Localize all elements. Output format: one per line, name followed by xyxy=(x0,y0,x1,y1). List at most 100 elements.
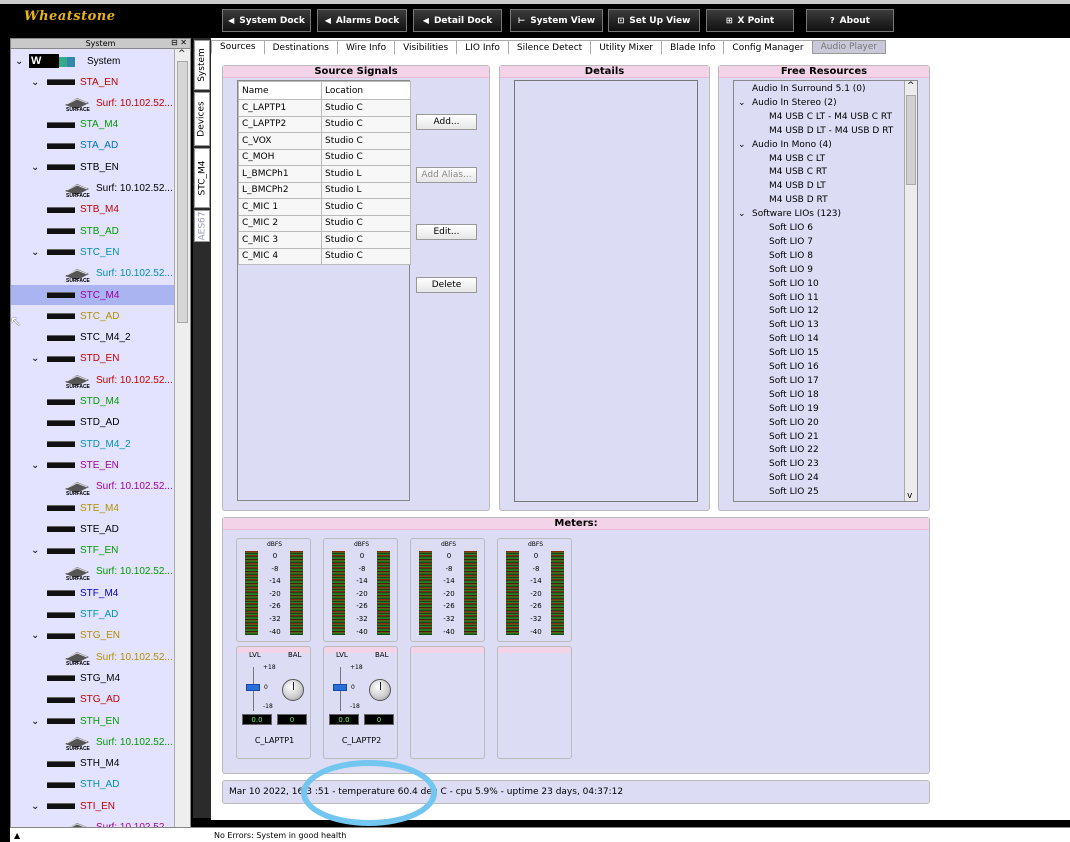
resource-item[interactable]: Soft LIO 8 xyxy=(769,249,813,263)
tab-sources[interactable]: Sources xyxy=(211,40,265,54)
resource-item[interactable]: Soft LIO 17 xyxy=(769,374,819,388)
edit-button[interactable]: Edit... xyxy=(416,224,477,240)
status-expand-icon[interactable]: ▲ xyxy=(10,831,210,840)
tree-item[interactable]: STC_M4 xyxy=(11,285,175,305)
collapse-icon[interactable]: ⌄ xyxy=(31,460,39,471)
collapse-icon[interactable]: ⌄ xyxy=(738,140,752,150)
tree-item[interactable]: SURFACE Surf: 10.102.52... xyxy=(11,477,175,497)
resource-item[interactable]: Soft LIO 14 xyxy=(769,332,819,346)
tab-visibilities[interactable]: Visibilities xyxy=(394,40,458,54)
tree-item[interactable]: ⌄ STG_EN xyxy=(11,626,175,646)
table-row[interactable]: C_MIC 4 Studio C xyxy=(238,247,411,265)
tab-utility-mixer[interactable]: Utility Mixer xyxy=(590,40,663,54)
tab-blade-info[interactable]: Blade Info xyxy=(661,40,725,54)
balance-value[interactable]: 0 xyxy=(364,714,394,725)
add-alias-button[interactable]: Add Alias... xyxy=(416,167,477,183)
resource-item[interactable]: Audio In Surround 5.1 (0) xyxy=(738,82,866,96)
collapse-icon[interactable]: ⌄ xyxy=(738,98,752,108)
tree-scrollbar[interactable]: ^v xyxy=(174,49,190,837)
tree-item[interactable]: STH_M4 xyxy=(11,754,175,774)
resource-item[interactable]: M4 USB C RT xyxy=(769,165,827,179)
tree-item[interactable]: SURFACE Surf: 10.102.52... xyxy=(11,370,175,390)
tree-item[interactable]: STB_AD xyxy=(11,221,175,241)
add-button[interactable]: Add... xyxy=(416,114,477,130)
collapse-icon[interactable]: ⌄ xyxy=(31,545,39,556)
resource-item[interactable]: M4 USB C LT xyxy=(769,152,825,166)
tree-item[interactable]: SURFACE Surf: 10.102.52... xyxy=(11,562,175,582)
collapse-icon[interactable]: ⌄ xyxy=(31,353,39,364)
resource-item[interactable]: M4 USB D LT - M4 USB D RT xyxy=(769,124,893,138)
panel-close-icon[interactable]: ⊟ ✕ xyxy=(171,38,187,47)
tree-item[interactable]: ⌄ STE_EN xyxy=(11,455,175,475)
vtab-devices[interactable]: Devices xyxy=(194,92,210,146)
resource-item[interactable]: Soft LIO 24 xyxy=(769,471,819,485)
table-row[interactable]: C_VOX Studio C xyxy=(238,132,411,150)
delete-button[interactable]: Delete xyxy=(416,277,477,293)
resource-item[interactable]: M4 USB C LT - M4 USB C RT xyxy=(769,110,892,124)
collapse-icon[interactable]: ⌄ xyxy=(31,162,39,173)
column-header-name[interactable]: Name xyxy=(238,81,322,100)
table-row[interactable]: C_MIC 2 Studio C xyxy=(238,214,411,232)
tab-audio-player[interactable]: Audio Player xyxy=(811,40,887,54)
system-view-button[interactable]: ⊢ System View xyxy=(510,9,603,32)
tree-root[interactable]: ⌄ W System xyxy=(11,51,175,71)
table-row[interactable]: C_MOH Studio C xyxy=(238,148,411,166)
resource-item[interactable]: Soft LIO 6 xyxy=(769,221,813,235)
level-value[interactable]: 0.0 xyxy=(329,714,359,725)
table-row[interactable]: C_LAPTP2 Studio C xyxy=(238,115,411,133)
tree-item[interactable]: ⌄ STC_EN xyxy=(11,242,175,262)
resource-item[interactable]: Soft LIO 19 xyxy=(769,402,819,416)
scroll-down-icon[interactable]: v xyxy=(907,491,912,501)
table-row[interactable]: L_BMCPh1 Studio L xyxy=(238,165,411,183)
resource-item[interactable]: ⌄ Software LIOs (123) xyxy=(738,207,841,221)
level-fader[interactable] xyxy=(246,684,260,691)
tree-item[interactable]: SURFACE Surf: 10.102.52... xyxy=(11,732,175,752)
resource-item[interactable]: Soft LIO 22 xyxy=(769,443,819,457)
tree-item[interactable]: STC_M4_2 xyxy=(11,328,175,348)
tab-destinations[interactable]: Destinations xyxy=(263,40,338,54)
tree-item[interactable]: ⌄ STI_EN xyxy=(11,796,175,816)
tree-item[interactable]: STC_AD xyxy=(11,306,175,326)
tree-item[interactable]: ⌄ STH_EN xyxy=(11,711,175,731)
set-up-view-button[interactable]: ⊡ Set Up View xyxy=(608,9,700,32)
system-dock-button[interactable]: ◀ System Dock xyxy=(222,9,311,32)
resource-item[interactable]: Soft LIO 12 xyxy=(769,304,819,318)
collapse-icon[interactable]: ⌄ xyxy=(15,56,23,67)
table-row[interactable]: C_MIC 1 Studio C xyxy=(238,198,411,216)
resource-item[interactable]: Soft LIO 11 xyxy=(769,291,819,305)
tree-item[interactable]: STD_M4 xyxy=(11,392,175,412)
tab-silence-detect[interactable]: Silence Detect xyxy=(507,40,592,54)
tree-item[interactable]: ⌄ STB_EN xyxy=(11,157,175,177)
column-header-location[interactable]: Location xyxy=(321,81,411,100)
tree-item[interactable]: STG_M4 xyxy=(11,668,175,688)
resources-scrollbar[interactable]: ^ v xyxy=(904,81,917,501)
resource-item[interactable]: Soft LIO 7 xyxy=(769,235,813,249)
scroll-up-icon[interactable]: ^ xyxy=(907,81,915,91)
balance-knob[interactable] xyxy=(282,679,304,701)
resource-item[interactable]: Soft LIO 21 xyxy=(769,430,819,444)
detail-dock-button[interactable]: ◀ Detail Dock xyxy=(413,9,502,32)
resource-item[interactable]: M4 USB D LT xyxy=(769,179,826,193)
table-row[interactable]: C_MIC 3 Studio C xyxy=(238,231,411,249)
tree-item[interactable]: SURFACE Surf: 10.102.52... xyxy=(11,647,175,667)
collapse-icon[interactable]: ⌄ xyxy=(31,716,39,727)
tree-item[interactable]: SURFACE Surf: 10.102.52... xyxy=(11,93,175,113)
collapse-icon[interactable]: ⌄ xyxy=(31,801,39,812)
tree-item[interactable]: SURFACE Surf: 10.102.52... xyxy=(11,264,175,284)
resource-item[interactable]: ⌄ Audio In Mono (4) xyxy=(738,138,832,152)
resource-item[interactable]: Soft LIO 10 xyxy=(769,277,819,291)
tab-lio-info[interactable]: LIO Info xyxy=(456,40,509,54)
tree-item[interactable]: STD_AD xyxy=(11,413,175,433)
about-button[interactable]: ? About xyxy=(806,9,894,32)
resource-item[interactable]: M4 USB D RT xyxy=(769,193,828,207)
resource-item[interactable]: Soft LIO 20 xyxy=(769,416,819,430)
tree-item[interactable]: SURFACE Surf: 10.102.52... xyxy=(11,179,175,199)
balance-value[interactable]: 0 xyxy=(277,714,307,725)
tree-item[interactable]: STF_M4 xyxy=(11,583,175,603)
tab-wire-info[interactable]: Wire Info xyxy=(336,40,396,54)
tree-item[interactable]: ⌄ STD_EN xyxy=(11,349,175,369)
tree-item[interactable]: STA_AD xyxy=(11,136,175,156)
resource-item[interactable]: Soft LIO 16 xyxy=(769,360,819,374)
tree-item[interactable]: STF_AD xyxy=(11,605,175,625)
tree-item[interactable]: STE_M4 xyxy=(11,498,175,518)
